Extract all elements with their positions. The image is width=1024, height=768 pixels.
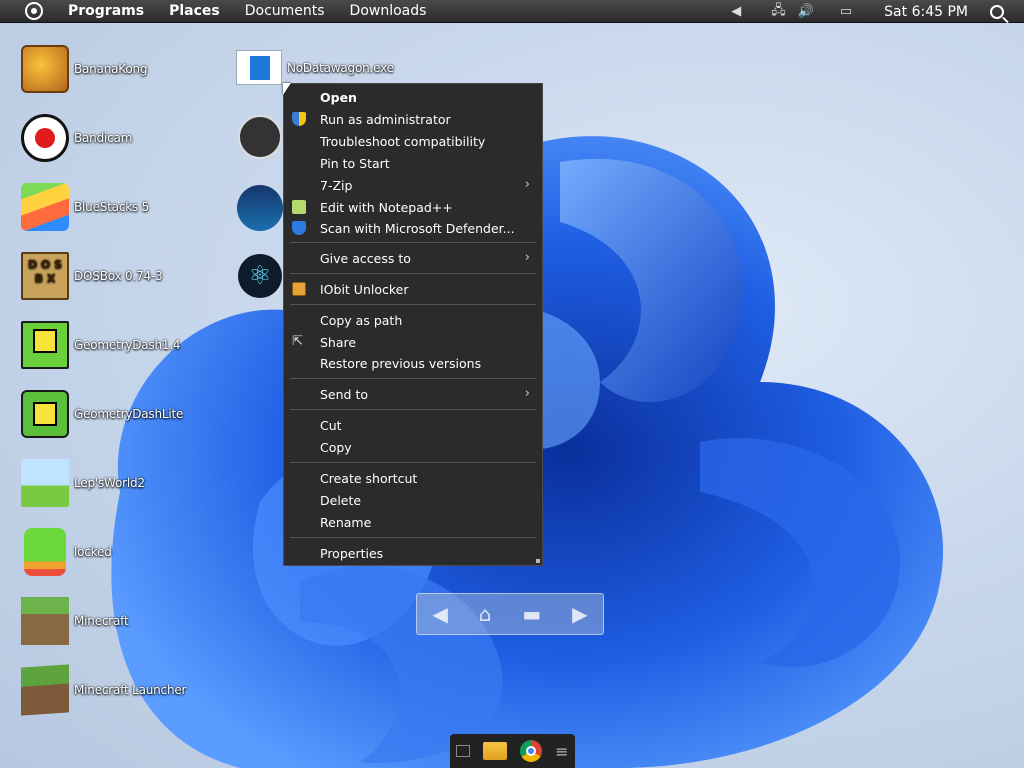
chrome-icon[interactable] [520, 740, 543, 762]
menu-programs[interactable]: Programs [68, 3, 144, 19]
menu-separator [290, 409, 536, 410]
notification-icon[interactable]: ▭ [840, 4, 852, 19]
desktop-icon-nodatawagon[interactable]: NoDatawagon.exe [236, 50, 394, 85]
menu-item-send-to[interactable]: Send to › [284, 383, 542, 405]
dock: ≡ [450, 734, 575, 768]
desktop-icon-minecraft[interactable]: Minecraft [21, 597, 129, 645]
menu-item-run-as-admin[interactable]: Run as administrator [284, 108, 542, 130]
menu-item-pin-to-start[interactable]: Pin to Start [284, 152, 542, 174]
network-icon[interactable]: 🖧 [771, 1, 786, 23]
banana-kong-icon [21, 45, 69, 93]
menu-item-give-access[interactable]: Give access to › [284, 247, 542, 269]
menu-item-properties[interactable]: Properties [284, 542, 542, 564]
desktop-icon-locked[interactable]: locked [21, 528, 112, 576]
bandicam-icon [21, 114, 69, 162]
tray-collapse-icon[interactable]: ◀ [731, 4, 741, 19]
search-icon[interactable] [990, 4, 1004, 19]
menu-item-open[interactable]: Open [284, 86, 542, 108]
context-menu: Open Run as administrator Troubleshoot c… [283, 83, 543, 566]
menu-item-delete[interactable]: Delete [284, 489, 542, 511]
menu-item-troubleshoot[interactable]: Troubleshoot compatibility [284, 130, 542, 152]
menu-separator [290, 462, 536, 463]
mouse-cursor [283, 83, 291, 95]
desktop-icon-minecraft-launcher[interactable]: Minecraft Launcher [21, 664, 186, 716]
file-explorer-icon[interactable] [483, 742, 508, 760]
clock[interactable]: Sat 6:45 PM [884, 4, 968, 20]
leps-world-icon [21, 459, 69, 507]
chevron-right-icon: › [524, 250, 530, 265]
obs-icon[interactable] [238, 115, 282, 159]
shield-icon [292, 112, 306, 126]
menu-separator [290, 537, 536, 538]
steam-icon[interactable] [237, 185, 283, 231]
notepad-plus-icon [292, 200, 306, 214]
home-icon[interactable]: ⌂ [479, 602, 492, 626]
menu-item-copy[interactable]: Copy [284, 436, 542, 458]
desktop-icon-lepsworld[interactable]: Lep'sWorld2 [21, 459, 145, 507]
menu-item-7zip[interactable]: 7-Zip › [284, 174, 542, 196]
locked-app-icon [24, 528, 66, 576]
defender-icon [292, 221, 306, 235]
geometry-dash-lite-icon [21, 390, 69, 438]
desktop-icon-geometrydash-hack[interactable]: GeometryDash1.4 [21, 321, 181, 369]
chevron-right-icon: › [524, 177, 530, 192]
back-arrow-icon[interactable]: ◀ [432, 602, 447, 626]
menu-separator [290, 242, 536, 243]
react-icon[interactable]: ⚛ [238, 254, 282, 298]
desktop-icon-bandicam[interactable]: Bandicam [21, 114, 132, 162]
menu-item-scan-defender[interactable]: Scan with Microsoft Defender... [284, 217, 542, 239]
desktop-icon-bananakong[interactable]: BananaKong [21, 45, 148, 93]
show-desktop-icon[interactable] [456, 745, 471, 757]
menu-downloads[interactable]: Downloads [350, 3, 427, 19]
menu-separator [290, 378, 536, 379]
menu-item-iobit-unlocker[interactable]: IObit Unlocker [284, 278, 542, 300]
menu-separator [290, 273, 536, 274]
forward-arrow-icon[interactable]: ▶ [572, 602, 587, 626]
share-icon: ⇱ [292, 334, 303, 349]
desktop-icon-geometrydash-lite[interactable]: GeometryDashLite [21, 390, 183, 438]
menu-item-restore-versions[interactable]: Restore previous versions [284, 352, 542, 374]
menu-icon[interactable]: ≡ [555, 742, 568, 761]
folder-icon[interactable]: ▬ [522, 602, 541, 626]
minecraft-launcher-icon [21, 664, 69, 716]
unlock-icon [292, 282, 306, 296]
volume-icon[interactable]: 🔊 [798, 4, 814, 19]
minecraft-icon [21, 597, 69, 645]
menu-item-rename[interactable]: Rename [284, 511, 542, 533]
menu-item-cut[interactable]: Cut [284, 414, 542, 436]
floating-nav-bar: ◀ ⌂ ▬ ▶ [416, 593, 604, 635]
resize-grip[interactable] [536, 559, 540, 563]
menu-item-edit-notepad[interactable]: Edit with Notepad++ [284, 196, 542, 218]
start-menu-icon[interactable] [25, 2, 43, 20]
menu-separator [290, 304, 536, 305]
menu-places[interactable]: Places [169, 3, 220, 19]
menu-documents[interactable]: Documents [245, 3, 325, 19]
exe-file-icon [236, 50, 282, 85]
menu-item-share[interactable]: ⇱ Share [284, 331, 542, 353]
bluestacks-icon [21, 183, 69, 231]
chevron-right-icon: › [524, 386, 530, 401]
geometry-dash-hack-icon [21, 321, 69, 369]
desktop-icon-dosbox[interactable]: D O SB X DOSBox 0.74-3 [21, 252, 163, 300]
dosbox-icon: D O SB X [21, 252, 69, 300]
menu-item-copy-as-path[interactable]: Copy as path [284, 309, 542, 331]
desktop-icon-bluestacks[interactable]: BlueStacks 5 [21, 183, 149, 231]
top-panel: Programs Places Documents Downloads ◀ 🖧 … [0, 0, 1024, 23]
menu-item-create-shortcut[interactable]: Create shortcut [284, 467, 542, 489]
